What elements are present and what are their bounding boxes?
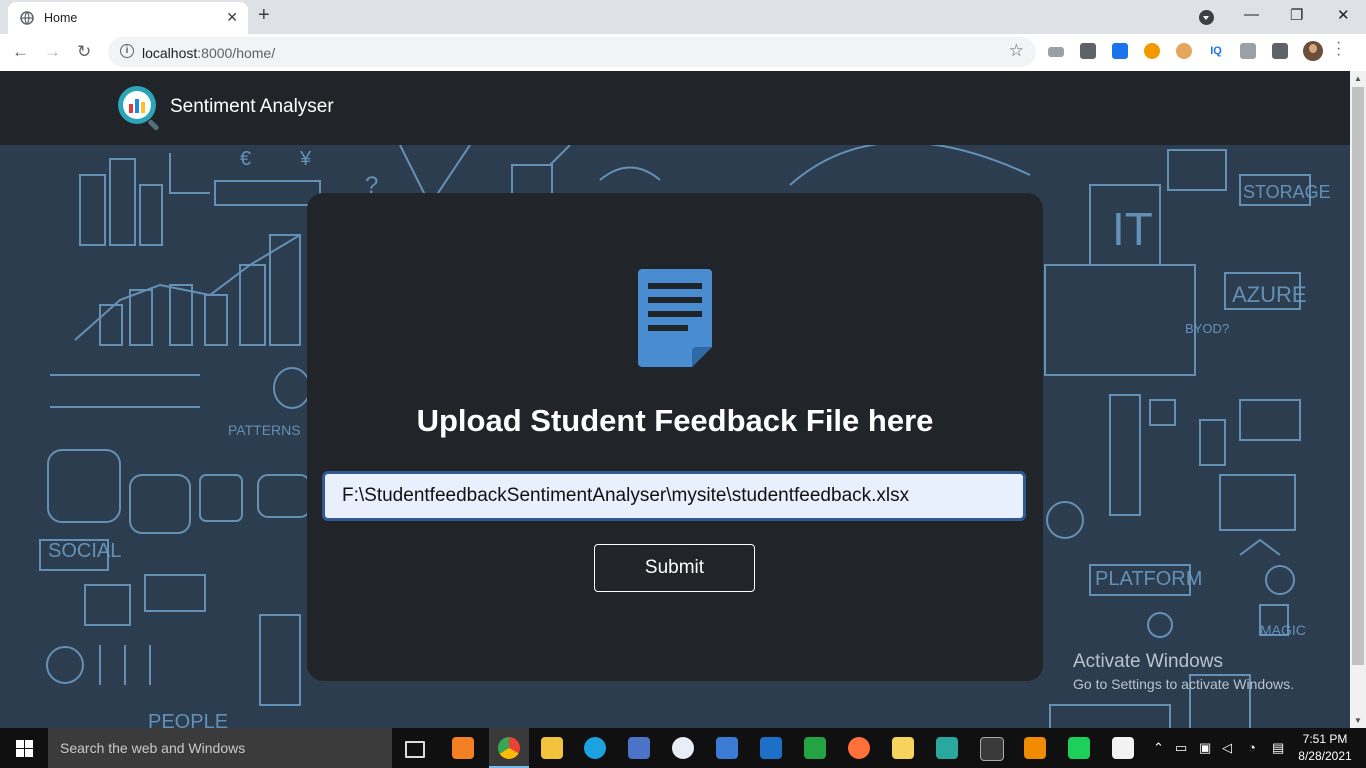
back-button[interactable]: ← (12, 42, 29, 62)
folder-icon[interactable] (892, 737, 914, 759)
forward-button[interactable]: → (44, 42, 61, 62)
word-viewer-icon[interactable] (672, 737, 694, 759)
svg-text:SOCIAL: SOCIAL (48, 540, 121, 562)
upload-card: Upload Student Feedback File here F:\Stu… (307, 193, 1043, 681)
windows-start-icon[interactable] (16, 740, 33, 757)
svg-text:AZURE: AZURE (1232, 282, 1307, 307)
taskbar-search-placeholder: Search the web and Windows (60, 740, 246, 756)
notifications-icon[interactable]: ▤ (1272, 740, 1284, 756)
speed-icon[interactable] (1048, 47, 1064, 57)
address-url[interactable]: localhost:8000/home/ (142, 45, 275, 61)
browser-tabstrip: Home ✕ + — ❐ ✕ (0, 0, 1366, 34)
svg-text:¥: ¥ (299, 148, 312, 170)
analytics-magnifier-icon (118, 86, 159, 131)
iq-icon[interactable]: IQ (1208, 43, 1224, 59)
vscode-icon[interactable] (760, 737, 782, 759)
camera-icon[interactable] (1240, 43, 1256, 59)
page-viewport: Sentiment Analyser PATTERNS SOCIAL PEOPL… (0, 71, 1350, 728)
restore-button[interactable]: ❐ (1290, 6, 1303, 24)
url-path: :8000/home/ (197, 45, 276, 61)
clock-date: 8/28/2021 (1298, 749, 1352, 763)
svg-text:€: € (240, 148, 251, 170)
cast-icon[interactable] (1080, 43, 1096, 59)
windows-taskbar: Search the web and Windows ⌃ ▭ ▣ ◁ ◔ ▤ 7… (0, 728, 1366, 768)
activate-windows-watermark: Activate Windows Go to Settings to activ… (1073, 651, 1294, 692)
svg-text:PATTERNS: PATTERNS (228, 422, 301, 438)
svg-text:MAGIC: MAGIC (1260, 622, 1306, 638)
taskbar-clock[interactable]: 7:51 PM 8/28/2021 (1297, 731, 1353, 765)
svg-text:STORAGE: STORAGE (1243, 182, 1331, 202)
svg-text:PLATFORM: PLATFORM (1095, 568, 1202, 590)
python-file-icon[interactable] (1112, 737, 1134, 759)
page-scrollbar[interactable]: ▲ ▼ (1350, 71, 1366, 728)
clock-time: 7:51 PM (1302, 732, 1348, 746)
tool-app-icon[interactable] (936, 737, 958, 759)
wifi-icon[interactable]: ◔ (1248, 740, 1256, 755)
file-explorer-icon[interactable] (541, 737, 563, 759)
navbar: Sentiment Analyser (0, 71, 1350, 145)
terminal-icon[interactable] (980, 737, 1004, 761)
display-icon[interactable]: ▣ (1199, 740, 1211, 756)
vlc-icon[interactable] (1024, 737, 1046, 759)
browser-menu-icon[interactable]: · · · (1336, 35, 1341, 63)
close-window-button[interactable]: ✕ (1337, 6, 1350, 24)
brand-name[interactable]: Sentiment Analyser (170, 96, 334, 118)
url-host: localhost (142, 45, 198, 61)
document-icon (638, 269, 712, 367)
upload-title: Upload Student Feedback File here (416, 403, 934, 438)
green-app-icon[interactable] (804, 737, 826, 759)
reload-button[interactable]: ↻ (77, 42, 91, 62)
svg-text:IT: IT (1112, 203, 1153, 255)
minimize-button[interactable]: — (1244, 6, 1259, 23)
svg-text:BYOD?: BYOD? (1185, 321, 1229, 336)
address-bar[interactable]: i localhost:8000/home/ ☆ (108, 37, 1036, 67)
new-tab-button[interactable]: + (258, 4, 270, 27)
watermark-title: Activate Windows (1073, 651, 1223, 672)
computer-management-icon[interactable] (716, 737, 738, 759)
battery-icon[interactable]: ▭ (1175, 740, 1187, 756)
task-view-icon[interactable] (405, 741, 425, 758)
taskbar-search[interactable]: Search the web and Windows (48, 728, 392, 768)
svg-text:PEOPLE: PEOPLE (148, 711, 228, 728)
pycharm-icon[interactable] (1068, 737, 1090, 759)
firefox-icon[interactable] (848, 737, 870, 759)
puzzle-icon[interactable] (1272, 43, 1288, 59)
tray-overflow-icon[interactable]: ⌃ (1153, 740, 1164, 756)
submit-button[interactable]: Submit (594, 544, 755, 592)
sublime-text-icon[interactable] (452, 737, 474, 759)
cookie-icon[interactable] (1176, 43, 1192, 59)
profile-avatar[interactable] (1303, 41, 1323, 61)
grid-icon[interactable] (1112, 43, 1128, 59)
volume-icon[interactable]: ◁ (1222, 740, 1232, 756)
file-path-input[interactable]: F:\StudentfeedbackSentimentAnalyser\mysi… (322, 471, 1026, 521)
moon-icon[interactable] (1144, 43, 1160, 59)
site-info-icon[interactable]: i (120, 44, 134, 58)
tab-close-icon[interactable]: ✕ (226, 9, 238, 26)
edge-icon[interactable] (584, 737, 606, 759)
tab-title: Home (44, 11, 78, 25)
tab-search-icon[interactable] (1199, 10, 1214, 25)
bookmark-star-icon[interactable]: ☆ (1009, 41, 1024, 61)
watermark-subtitle: Go to Settings to activate Windows. (1073, 676, 1294, 692)
chrome-icon[interactable] (498, 737, 520, 759)
globe-icon (20, 11, 34, 25)
browser-toolbar: ← → ↻ i localhost:8000/home/ ☆ (0, 34, 1366, 72)
scrollbar-thumb[interactable] (1352, 87, 1364, 665)
network-app-icon[interactable] (628, 737, 650, 759)
scroll-down-icon[interactable]: ▼ (1354, 716, 1362, 725)
scroll-up-icon[interactable]: ▲ (1354, 74, 1362, 83)
browser-tab-home[interactable]: Home ✕ (8, 2, 248, 34)
